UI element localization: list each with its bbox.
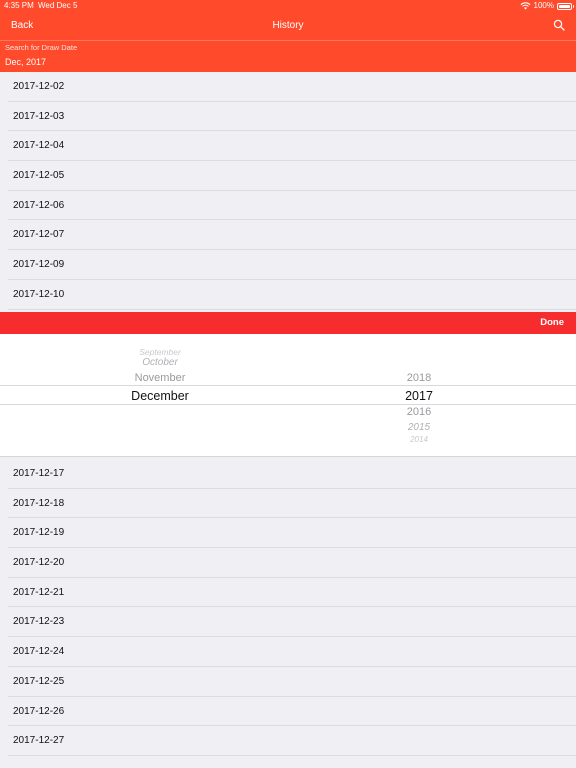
wifi-icon [520,2,531,10]
list-item[interactable]: 2017-12-02 [8,72,576,102]
navbar: Back History [0,12,576,41]
battery-icon [557,2,574,10]
list-item[interactable]: 2017-12-06 [8,191,576,221]
picker-year-column[interactable]: 2018 2017 2016 2015 2014 [0,334,576,456]
list-item[interactable]: 2017-12-04 [8,131,576,162]
picker-year-option[interactable]: 2017 [405,389,433,403]
header: 4:35 PM Wed Dec 5 100% Back History Sear [0,0,576,72]
picker-year-option[interactable]: 2015 [408,422,430,433]
list-item[interactable]: 2017-12-21 [8,578,576,608]
done-button[interactable]: Done [540,312,564,334]
history-list-top: 2017-12-02 2017-12-03 2017-12-04 2017-12-05… [0,72,576,310]
list-item[interactable]: 2017-12-27 [8,726,576,756]
list-item[interactable]: 2017-12-10 [8,280,576,310]
list-item[interactable]: 2017-12-25 [8,667,576,697]
search-section[interactable]: Search for Draw Date Dec, 2017 [0,41,576,72]
list-item[interactable]: 2017-12-05 [8,161,576,191]
picker-year-option[interactable]: 2018 [407,372,431,384]
list-item[interactable]: 2017-12-26 [8,697,576,727]
picker-year-option[interactable]: 2014 [410,435,428,444]
status-bar: 4:35 PM Wed Dec 5 100% [0,0,576,12]
history-list-bottom: 2017-12-17 2017-12-18 2017-12-19 2017-12-20… [0,459,576,756]
list-item[interactable]: 2017-12-07 [8,220,576,251]
battery-percent: 100% [533,1,554,10]
search-icon[interactable] [553,19,565,31]
date-picker[interactable]: September October November December 2018 201… [0,334,576,457]
status-time: 4:35 PM [4,1,34,10]
picker-year-option[interactable]: 2016 [407,406,431,418]
list-item[interactable]: 2017-12-24 [8,637,576,667]
search-date-field[interactable]: Dec, 2017 [5,57,46,67]
status-date: Wed Dec 5 [38,1,78,10]
list-item[interactable]: 2017-12-20 [8,548,576,578]
list-item[interactable]: 2017-12-19 [8,518,576,549]
list-item[interactable]: 2017-12-03 [8,102,576,132]
search-label: Search for Draw Date [5,43,78,52]
list-item[interactable]: 2017-12-09 [8,250,576,280]
app-screen: 4:35 PM Wed Dec 5 100% Back History Sear [0,0,576,768]
picker-toolbar: Done [0,312,576,334]
list-item[interactable]: 2017-12-18 [8,489,576,519]
list-item[interactable]: 2017-12-17 [8,459,576,489]
list-item[interactable]: 2017-12-23 [8,607,576,638]
page-title: History [272,20,304,31]
status-right: 100% [520,0,574,12]
